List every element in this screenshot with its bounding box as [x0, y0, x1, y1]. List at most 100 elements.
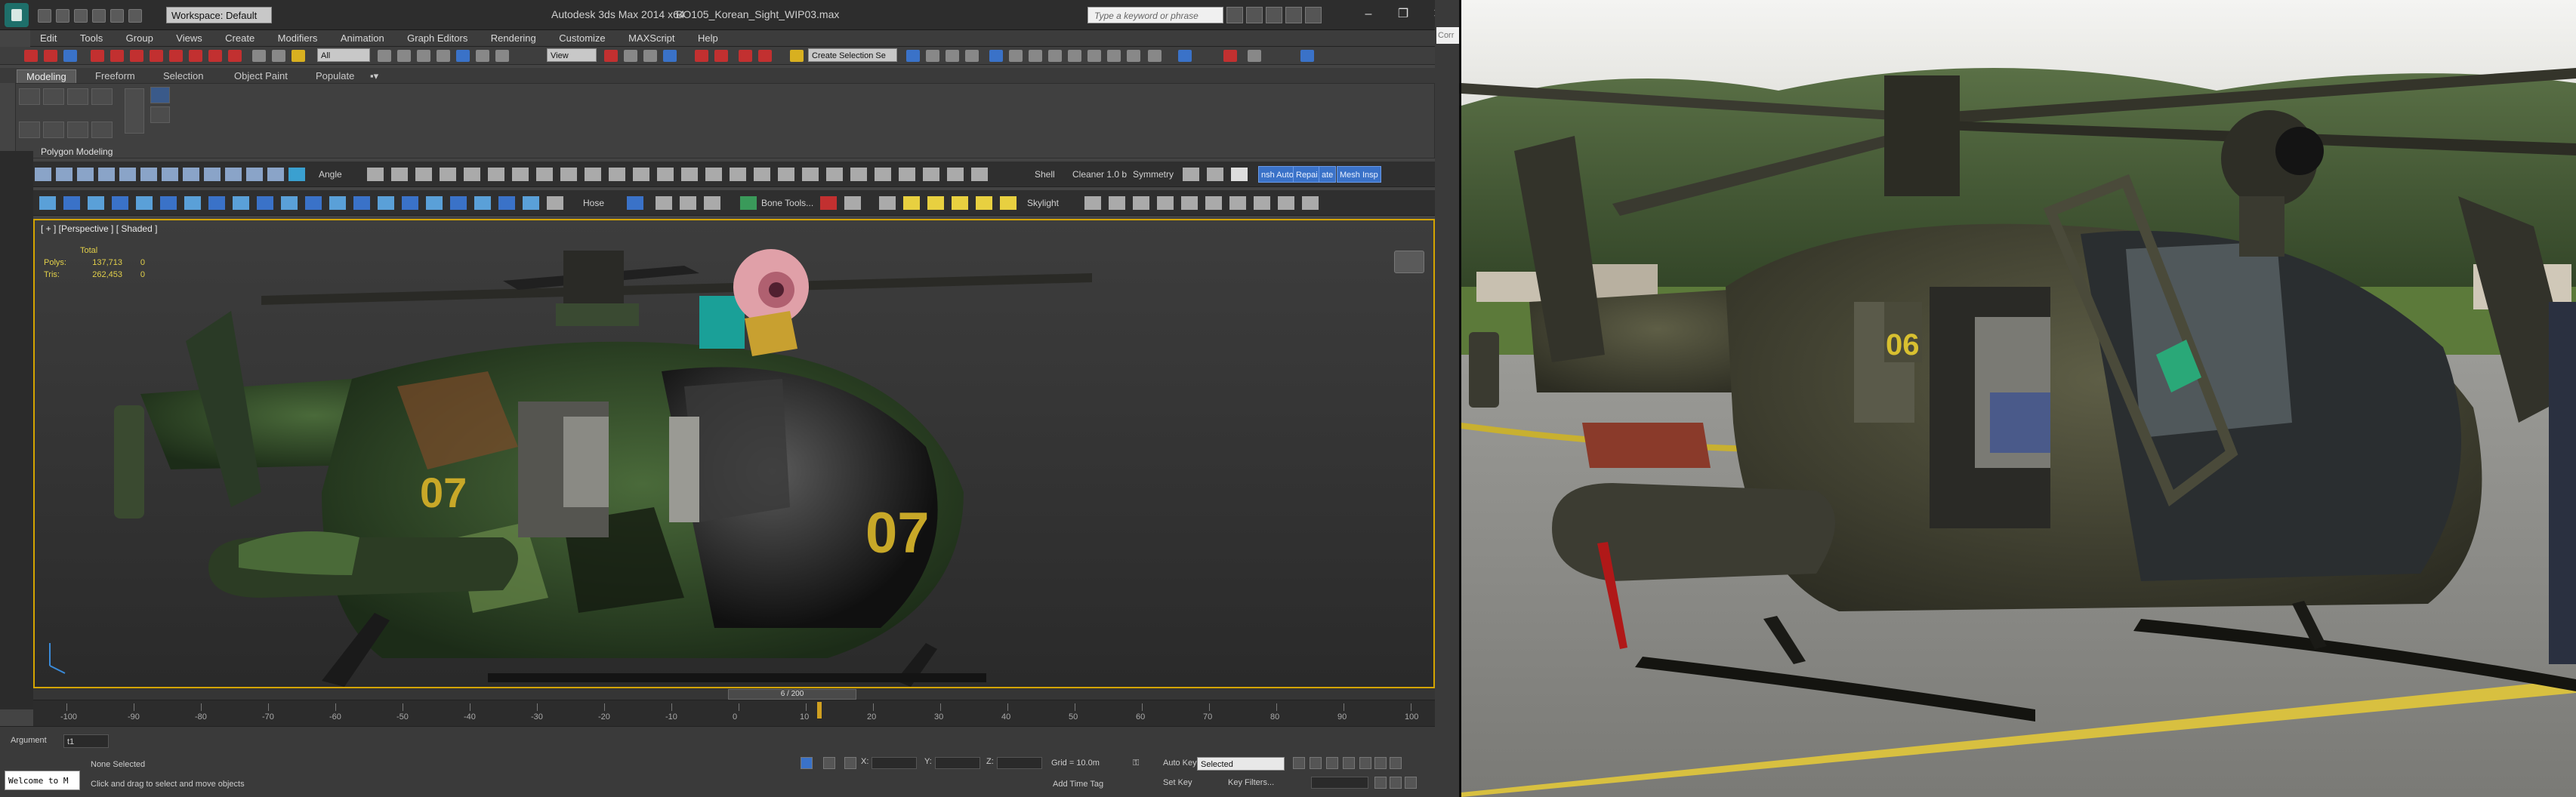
y-coord-field[interactable] [935, 757, 980, 769]
absolute-mode-icon[interactable] [823, 757, 835, 769]
select-move-icon[interactable] [456, 50, 470, 62]
workspace-select[interactable]: Workspace: Default [166, 7, 272, 23]
mirror-tool-icon[interactable] [906, 50, 920, 62]
viewport-label[interactable]: [ + ] [Perspective ] [ Shaded ] [41, 223, 157, 234]
tool-icon[interactable] [56, 168, 72, 181]
tool-icon[interactable] [879, 196, 896, 210]
add-time-tag[interactable]: Add Time Tag [1053, 780, 1103, 789]
select-manipulate-icon[interactable] [624, 50, 637, 62]
ribbon-button[interactable] [19, 122, 40, 138]
key-mode-select[interactable]: Selected [1197, 757, 1285, 771]
repair-button[interactable]: Repai [1293, 166, 1321, 183]
rectangular-region-icon[interactable] [417, 50, 430, 62]
update-button[interactable]: ate [1319, 166, 1337, 183]
menu-modifiers[interactable]: Modifiers [268, 30, 328, 47]
redo-scene-icon[interactable] [110, 50, 124, 62]
tool-icon[interactable] [844, 196, 861, 210]
reset-icon[interactable] [169, 50, 183, 62]
light-icon[interactable] [952, 196, 968, 210]
helicopter-3d-model[interactable]: 07 07 [35, 220, 1433, 687]
select-scale-icon[interactable] [495, 50, 509, 62]
layer-manager-icon[interactable] [946, 50, 959, 62]
activeshade-icon[interactable] [1127, 50, 1140, 62]
curve-editor-icon[interactable] [989, 50, 1003, 62]
tool-icon[interactable] [426, 196, 443, 210]
tool-icon[interactable] [609, 168, 625, 181]
next-frame-icon[interactable] [1343, 757, 1355, 769]
spinner-snap-icon[interactable] [739, 50, 752, 62]
hold-icon[interactable] [130, 50, 143, 62]
bone-icon[interactable] [740, 196, 757, 210]
save-file-icon[interactable] [74, 9, 88, 23]
tool-icon[interactable] [1133, 196, 1149, 210]
tab-modeling[interactable]: Modeling [17, 69, 76, 83]
unlink-chain-icon[interactable] [272, 50, 285, 62]
tool-icon[interactable] [633, 168, 649, 181]
maxscript-listener[interactable]: Welcome to M [5, 771, 80, 790]
tool-icon[interactable] [627, 196, 643, 210]
mirror-icon[interactable] [208, 50, 222, 62]
tool-icon[interactable] [98, 168, 115, 181]
tool-icon[interactable] [353, 196, 370, 210]
ribbon-button[interactable] [125, 88, 144, 134]
x-coord-field[interactable] [872, 757, 917, 769]
cleaner-label[interactable]: Cleaner 1.0 b [1072, 168, 1127, 181]
tool-icon[interactable] [415, 168, 432, 181]
tab-populate[interactable]: Populate [307, 69, 363, 83]
xref-icon[interactable] [1178, 50, 1192, 62]
tool-icon[interactable] [657, 168, 674, 181]
menu-create[interactable]: Create [215, 30, 264, 47]
percent-snap-icon[interactable] [714, 50, 728, 62]
menu-group[interactable]: Group [116, 30, 163, 47]
pivot-tool-icon[interactable] [1248, 50, 1261, 62]
key-filters-button[interactable]: Key Filters... [1228, 778, 1274, 787]
menu-animation[interactable]: Animation [331, 30, 394, 47]
communication-center-icon[interactable] [1266, 7, 1282, 23]
ribbon-modify-icon[interactable] [150, 87, 170, 103]
select-rotate-icon[interactable] [476, 50, 489, 62]
tool-icon[interactable] [160, 196, 177, 210]
tool-icon[interactable] [440, 168, 456, 181]
tool-icon[interactable] [585, 168, 601, 181]
tool-icon[interactable] [305, 196, 322, 210]
argument-field[interactable]: t1 [63, 734, 109, 748]
window-crossing-icon[interactable] [437, 50, 450, 62]
light-icon[interactable] [976, 196, 992, 210]
command-panel-field[interactable]: Corr [1436, 27, 1459, 44]
tab-object-paint[interactable]: Object Paint [225, 69, 297, 83]
tool-icon[interactable] [367, 168, 384, 181]
skylight-label[interactable]: Skylight [1027, 196, 1059, 210]
named-selection-pen-icon[interactable] [790, 50, 804, 62]
go-end-icon[interactable] [1359, 757, 1371, 769]
ribbon-button[interactable] [43, 88, 64, 105]
align-icon[interactable] [228, 50, 242, 62]
time-slider[interactable]: 6 / 200 [33, 688, 1435, 700]
restore-icon[interactable]: ❐ [1394, 6, 1412, 23]
tool-icon[interactable] [257, 196, 273, 210]
tool-icon[interactable] [246, 168, 263, 181]
play-icon[interactable] [1326, 757, 1338, 769]
tool-icon[interactable] [162, 168, 178, 181]
keyboard-shortcut-icon[interactable] [643, 50, 657, 62]
tool-icon[interactable] [119, 168, 136, 181]
align-tool-icon[interactable] [926, 50, 939, 62]
tool-icon[interactable] [680, 196, 696, 210]
subscription-icon[interactable] [1246, 7, 1263, 23]
tool-icon[interactable] [754, 168, 770, 181]
menu-rendering[interactable]: Rendering [481, 30, 546, 47]
time-slider-thumb[interactable]: 6 / 200 [728, 689, 856, 700]
tool-icon[interactable] [184, 196, 201, 210]
z-coord-field[interactable] [997, 757, 1042, 769]
ribbon-button[interactable] [67, 122, 88, 138]
light-icon[interactable] [903, 196, 920, 210]
fetch-icon[interactable] [150, 50, 163, 62]
tool-icon[interactable] [204, 168, 221, 181]
tool-icon[interactable] [1183, 168, 1199, 181]
tool-icon[interactable] [560, 168, 577, 181]
selection-filter[interactable]: All [317, 48, 370, 62]
tool-icon[interactable] [1207, 168, 1223, 181]
script-magnet-icon[interactable] [1223, 50, 1237, 62]
tool-icon[interactable] [267, 168, 284, 181]
angle-label[interactable]: Angle [319, 168, 342, 181]
project-folder-icon[interactable] [128, 9, 142, 23]
